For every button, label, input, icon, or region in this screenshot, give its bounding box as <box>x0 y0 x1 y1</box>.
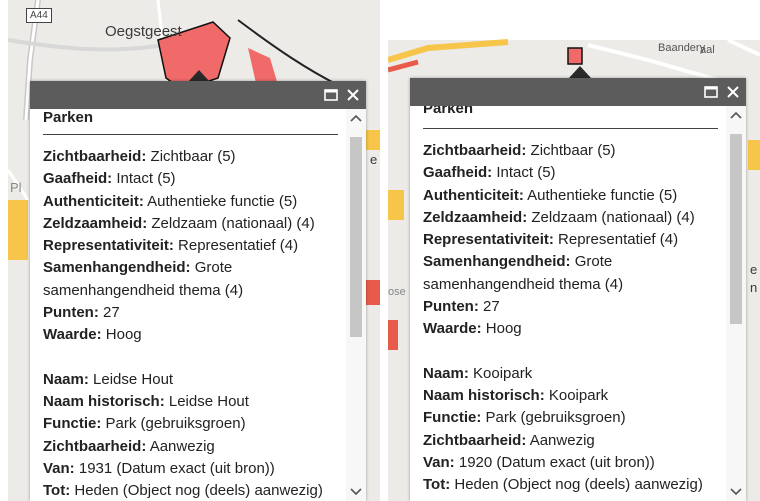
road-label: A44 <box>26 8 52 23</box>
close-icon[interactable] <box>724 83 742 101</box>
scroll-thumb[interactable] <box>730 134 742 324</box>
map-edge-label: Pl <box>10 180 22 195</box>
title-divider <box>423 128 718 129</box>
popup-body: Parken Zichtbaarheid: Zichtbaar (5) Gaaf… <box>30 109 366 501</box>
detail-row: Naam historisch: Leidse Hout <box>43 392 249 410</box>
attribute-list: Zichtbaarheid: Zichtbaar (5) Gaafheid: I… <box>43 146 340 501</box>
popup-title: Parken <box>43 109 94 126</box>
attr-row: Samenhangendheid: Grote samenhangendheid… <box>43 259 244 299</box>
popup-body: Parken Zichtbaarheid: Zichtbaar (5) Gaaf… <box>410 106 746 501</box>
map-edge-label: e <box>370 152 378 167</box>
popup-scrollbar[interactable] <box>346 109 366 501</box>
detail-row: Van: 1931 (Datum exact (uit bron)) <box>43 459 275 477</box>
town-label: Oegstgeest <box>105 23 182 40</box>
attr-row: Zichtbaarheid: Zichtbaar (5) <box>423 142 616 159</box>
feature-popup: Parken Zichtbaarheid: Zichtbaar (5) Gaaf… <box>410 78 746 501</box>
attr-row: Punten: 27 <box>423 298 500 316</box>
attr-row: Zeldzaamheid: Zeldzaam (nationaal) (4) <box>423 208 695 226</box>
map-panel-left[interactable]: A44 Oegstgeest e Pl Parken Zichtbaarheid… <box>8 0 380 501</box>
scroll-down-icon[interactable] <box>730 487 742 497</box>
detail-row: Functie: Park (gebruiksgroen) <box>423 409 626 427</box>
attr-row: Waarde: Hoog <box>423 320 522 338</box>
detail-row: Naam: Kooipark <box>423 364 533 382</box>
attribute-list: Zichtbaarheid: Zichtbaar (5) Gaafheid: I… <box>423 140 720 496</box>
attr-row: Zichtbaarheid: Zichtbaar (5) <box>43 148 236 165</box>
detail-row: Van: 1920 (Datum exact (uit bron)) <box>423 453 655 471</box>
attr-row: Punten: 27 <box>43 304 120 322</box>
detail-row: Zichtbaarheid: Aanwezig <box>43 437 215 455</box>
popup-header <box>410 78 746 106</box>
feature-popup: Parken Zichtbaarheid: Zichtbaar (5) Gaaf… <box>30 81 366 501</box>
close-icon[interactable] <box>344 86 362 104</box>
map-panel-right[interactable]: Baandery aal e n ose Parken Zichtbaarhei… <box>388 0 760 501</box>
detail-row: Tot: Heden (Object nog (deels) aanwezig) <box>423 476 703 494</box>
detail-row: Naam historisch: Kooipark <box>423 386 609 404</box>
detail-row: Naam: Leidse Hout <box>43 370 174 388</box>
popup-scrollbar[interactable] <box>726 106 746 501</box>
street-label: aal <box>700 44 715 56</box>
attr-row: Zeldzaamheid: Zeldzaam (nationaal) (4) <box>43 214 315 232</box>
attr-row: Representativiteit: Representatief (4) <box>43 237 299 255</box>
detail-row: Functie: Park (gebruiksgroen) <box>43 415 246 433</box>
map-edge-label: n <box>750 280 758 295</box>
attr-row: Gaafheid: Intact (5) <box>43 170 176 188</box>
scroll-up-icon[interactable] <box>350 113 362 123</box>
scroll-up-icon[interactable] <box>730 110 742 120</box>
popup-pointer <box>569 66 591 78</box>
map-edge-label: ose <box>388 286 406 298</box>
title-divider <box>43 134 338 135</box>
maximize-icon[interactable] <box>322 86 340 104</box>
scroll-thumb[interactable] <box>350 137 362 337</box>
attr-row: Authenticiteit: Authentieke functie (5) <box>423 186 678 204</box>
map-edge-label: e <box>750 262 758 277</box>
street-label: Baandery <box>658 42 706 54</box>
scroll-down-icon[interactable] <box>350 487 362 497</box>
detail-row: Zichtbaarheid: Aanwezig <box>423 431 595 449</box>
attr-row: Waarde: Hoog <box>43 326 142 344</box>
attr-row: Authenticiteit: Authentieke functie (5) <box>43 192 298 210</box>
attr-row: Representativiteit: Representatief (4) <box>423 231 679 249</box>
attr-row: Gaafheid: Intact (5) <box>423 164 556 182</box>
popup-title: Parken <box>423 106 474 117</box>
maximize-icon[interactable] <box>702 83 720 101</box>
popup-header <box>30 81 366 109</box>
detail-row: Tot: Heden (Object nog (deels) aanwezig) <box>43 482 323 500</box>
attr-row: Samenhangendheid: Grote samenhangendheid… <box>423 253 624 293</box>
